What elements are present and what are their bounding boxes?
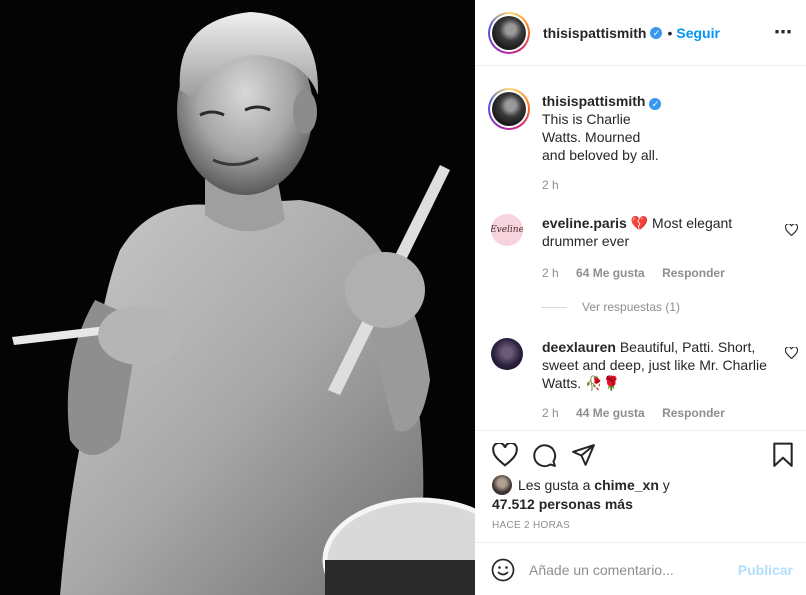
post-time-ago[interactable]: HACE 2 HORAS bbox=[492, 520, 570, 531]
author-avatar[interactable] bbox=[488, 11, 530, 54]
author-username[interactable]: thisispattismith bbox=[543, 25, 646, 41]
comment-likes[interactable]: 64 Me gusta bbox=[576, 266, 645, 280]
comment-like-heart-icon[interactable] bbox=[785, 224, 798, 236]
comment-form: Publicar bbox=[475, 542, 806, 595]
comment-like-heart-icon[interactable] bbox=[785, 347, 798, 359]
likes-prefix: Les gusta a bbox=[518, 477, 591, 493]
caption-username[interactable]: thisispattismith bbox=[542, 93, 645, 109]
view-replies-label[interactable]: Ver respuestas (1) bbox=[582, 300, 680, 314]
publish-button[interactable]: Publicar bbox=[738, 562, 793, 578]
caption-timestamp[interactable]: 2 h bbox=[542, 178, 559, 192]
comment-username[interactable]: deexlauren bbox=[542, 339, 616, 355]
post-caption: thisispattismith ✓ This is Charlie Watts.… bbox=[488, 88, 662, 164]
comment-meta: 2 h 64 Me gusta Responder bbox=[542, 266, 725, 280]
post-header: thisispattismith ✓ • Seguir ⋯ bbox=[475, 0, 806, 66]
post-sidebar: thisispattismith ✓ • Seguir ⋯ thisispatt… bbox=[475, 0, 806, 595]
post-actions: Les gusta a chime_xn y 47.512 personas m… bbox=[475, 430, 806, 595]
likes-and: y bbox=[662, 477, 670, 493]
share-icon[interactable] bbox=[571, 443, 596, 467]
comment-time[interactable]: 2 h bbox=[542, 266, 559, 280]
emoji-icon[interactable] bbox=[491, 558, 515, 582]
comment-body: deexlauren Beautiful, Patti. Short, swee… bbox=[542, 338, 782, 392]
comment-input[interactable] bbox=[529, 561, 738, 578]
liker-username[interactable]: chime_xn bbox=[594, 477, 659, 493]
likes-count[interactable]: 47.512 personas más bbox=[492, 496, 633, 512]
view-replies[interactable]: Ver respuestas (1) bbox=[541, 300, 680, 314]
heart-icon[interactable] bbox=[492, 443, 518, 467]
reply-button[interactable]: Responder bbox=[662, 266, 725, 280]
commenter-avatar[interactable]: Eveline bbox=[491, 214, 523, 246]
comment-item: deexlauren Beautiful, Patti. Short, swee… bbox=[491, 338, 782, 392]
separator-dot: • bbox=[667, 24, 673, 41]
bookmark-icon[interactable] bbox=[772, 442, 794, 468]
verified-icon: ✓ bbox=[650, 26, 663, 39]
comment-body: eveline.paris 💔 Most elegant drummer eve… bbox=[542, 214, 782, 250]
more-icon[interactable]: ⋯ bbox=[774, 22, 793, 43]
comment-likes[interactable]: 44 Me gusta bbox=[576, 406, 645, 420]
avatar-logo-text: Eveline bbox=[491, 225, 523, 235]
commenter-avatar[interactable] bbox=[491, 338, 523, 370]
replies-divider bbox=[541, 306, 567, 308]
follow-button[interactable]: Seguir bbox=[676, 25, 720, 41]
comment-username[interactable]: eveline.paris bbox=[542, 215, 627, 231]
comment-icon[interactable] bbox=[532, 443, 557, 468]
liker-avatar[interactable] bbox=[492, 475, 512, 495]
post-photo[interactable] bbox=[0, 0, 475, 595]
verified-icon: ✓ bbox=[649, 98, 662, 110]
comment-time[interactable]: 2 h bbox=[542, 406, 559, 420]
caption-text-block: thisispattismith ✓ This is Charlie Watts.… bbox=[542, 88, 662, 164]
reply-button[interactable]: Responder bbox=[662, 406, 725, 420]
drummer-photo bbox=[0, 0, 475, 595]
comment-item: Eveline eveline.paris 💔 Most elegant dru… bbox=[491, 214, 782, 250]
likes-summary: Les gusta a chime_xn y 47.512 personas m… bbox=[492, 475, 670, 513]
comment-meta: 2 h 44 Me gusta Responder bbox=[542, 406, 725, 420]
caption-body: This is Charlie Watts. Mourned and belov… bbox=[542, 111, 659, 163]
caption-avatar[interactable] bbox=[488, 88, 530, 130]
